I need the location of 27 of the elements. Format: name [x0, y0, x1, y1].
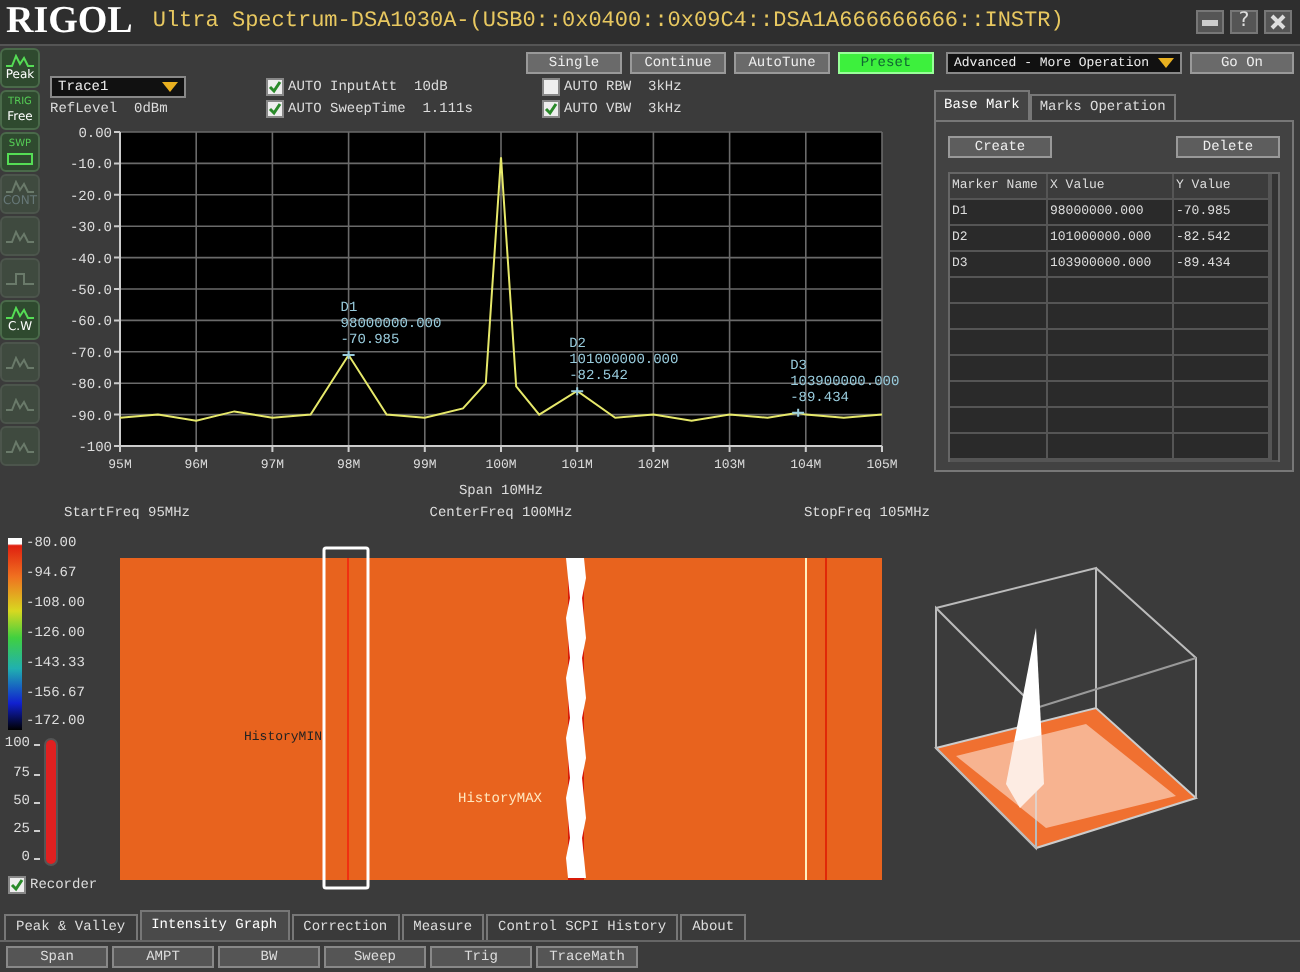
window-title: Ultra Spectrum-DSA1030A-(USB0::0x0400::0x09C4::DSA1A666666666::INSTR)	[152, 10, 1064, 34]
minimize-button[interactable]	[1196, 10, 1224, 34]
pulse-icon	[6, 271, 34, 285]
wave-icon	[6, 397, 34, 411]
wave-icon	[6, 355, 34, 369]
logo: RIGOL	[6, 0, 133, 44]
caret-icon	[162, 82, 178, 92]
caret-icon	[1158, 58, 1174, 68]
help-button[interactable]: ?	[1230, 10, 1258, 34]
checkbox[interactable]	[266, 78, 284, 96]
checkbox[interactable]	[266, 100, 284, 118]
vertical-scrollbar[interactable]	[1270, 174, 1278, 460]
wave-icon	[6, 180, 34, 194]
wave-icon	[6, 54, 34, 68]
checkbox[interactable]	[542, 100, 560, 118]
close-button[interactable]	[1264, 10, 1292, 34]
wave-icon	[6, 306, 34, 320]
marker-icon	[341, 349, 356, 360]
wave-icon	[6, 229, 34, 243]
minimize-icon	[1202, 16, 1218, 28]
checkbox[interactable]	[8, 876, 26, 895]
close-icon	[1270, 14, 1286, 30]
marker-icon	[570, 386, 585, 397]
wave-icon	[6, 439, 34, 453]
checkbox[interactable]	[542, 78, 560, 96]
marker-icon	[791, 407, 806, 418]
sweep-icon	[6, 152, 34, 166]
